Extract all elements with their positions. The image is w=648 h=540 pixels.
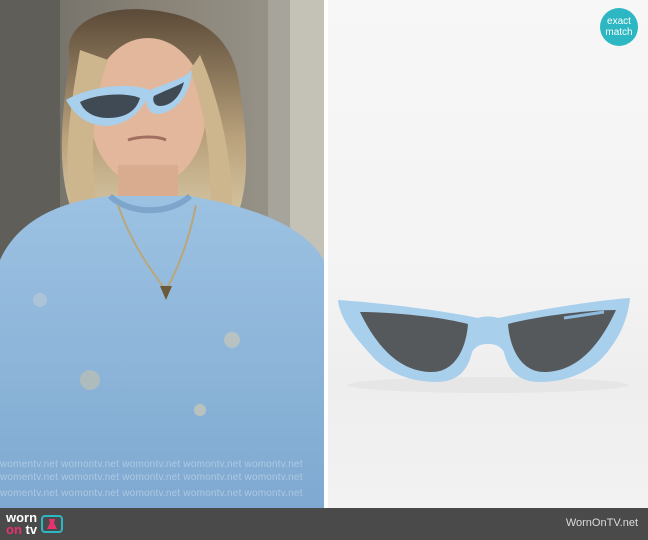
- watermark-text: womentv.net womontv.net womontv.net womo…: [0, 488, 303, 499]
- logo-text: worn on tv: [6, 511, 38, 537]
- watermark-text: womentv.net womontv.net womontv.net womo…: [0, 472, 303, 483]
- product-photo: exact match: [328, 0, 648, 508]
- actress-photo-illustration: [0, 0, 324, 508]
- tv-dress-icon: [41, 515, 64, 533]
- logo-tv: tv: [25, 522, 38, 537]
- footer-bar: worn on tv WornOnTV.net: [0, 508, 648, 540]
- wornontv-logo[interactable]: worn on tv: [6, 511, 64, 537]
- badge-line-1: exact: [607, 16, 631, 27]
- exact-match-badge: exact match: [600, 8, 638, 46]
- actress-photo: womentv.net womontv.net womontv.net womo…: [0, 0, 324, 508]
- sunglasses-illustration: [338, 298, 630, 393]
- site-name: WornOnTV.net: [565, 517, 638, 529]
- badge-line-2: match: [605, 27, 633, 38]
- logo-on: on: [6, 522, 22, 537]
- watermark-text: womentv.net womontv.net womontv.net womo…: [0, 459, 303, 470]
- page: womentv.net womontv.net womontv.net womo…: [0, 0, 648, 540]
